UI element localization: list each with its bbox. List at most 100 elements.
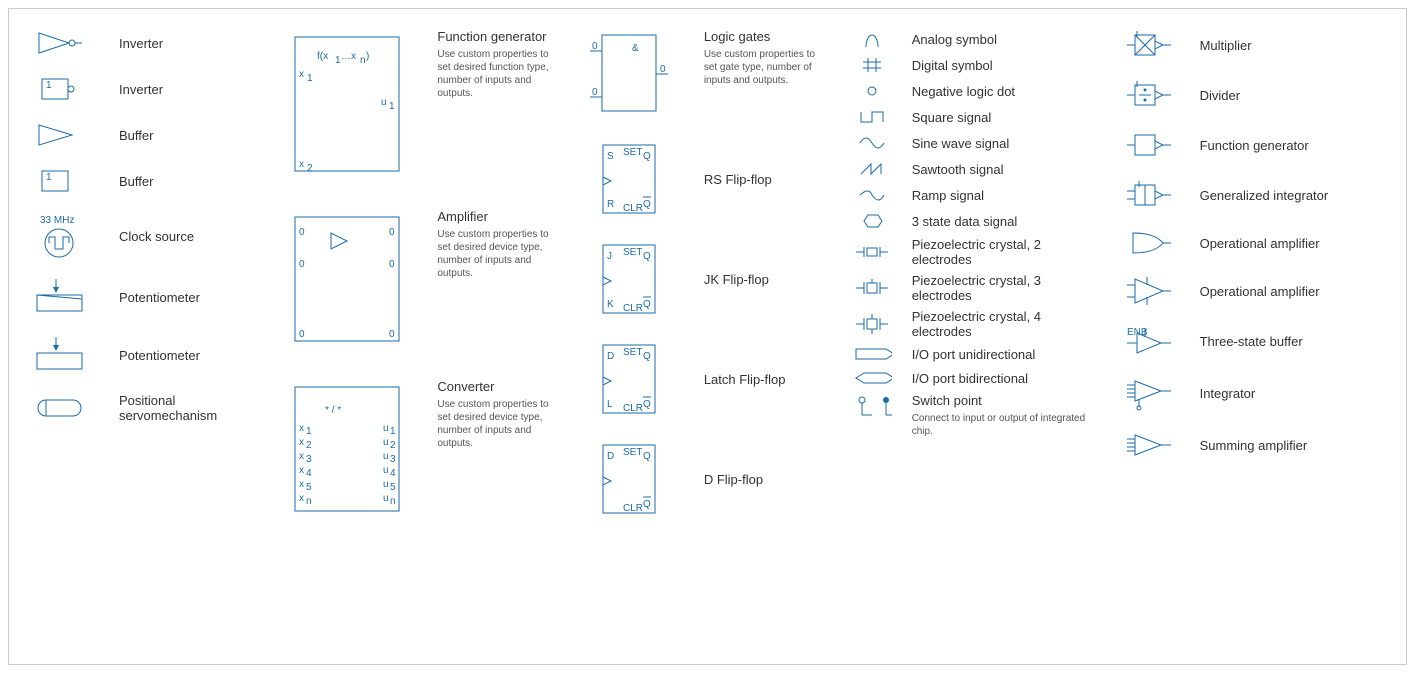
row-ramp-signal: Ramp signal	[852, 185, 1090, 205]
multiplier-icon	[1120, 29, 1180, 61]
row-amplifier-block: 00 00 00 Amplifier Use custom properties…	[287, 209, 553, 349]
summing-amplifier-label: Summing amplifier	[1200, 438, 1308, 453]
piezo-4-label: Piezoelectric crystal, 4 electrodes	[912, 309, 1090, 339]
three-state-data-icon	[852, 211, 892, 231]
svg-text:x: x	[299, 437, 304, 448]
latch-flipflop-icon: DSETQ LCLR Q	[584, 339, 674, 419]
svg-text:Q: Q	[643, 351, 651, 362]
opamp-2-icon	[1120, 275, 1180, 307]
divider-icon	[1120, 79, 1180, 111]
svg-text:0: 0	[389, 329, 395, 340]
svg-text:f(x: f(x	[317, 51, 328, 62]
svg-text:1: 1	[307, 73, 313, 84]
io-bi-icon	[852, 369, 892, 387]
function-generator-sm-icon	[1120, 129, 1180, 161]
svg-text:n: n	[360, 55, 366, 66]
piezo-2-label: Piezoelectric crystal, 2 electrodes	[912, 237, 1090, 267]
jk-flipflop-icon: JSETQ KCLR Q	[584, 239, 674, 319]
svg-text:3: 3	[390, 454, 396, 465]
svg-text:R: R	[607, 199, 614, 210]
buffer-triangle-icon	[29, 121, 89, 149]
svg-text:u: u	[383, 479, 389, 490]
svg-text:): )	[366, 51, 369, 62]
row-io-uni: I/O port unidirectional	[852, 345, 1090, 363]
rs-flipflop-icon: SSETQ RCLR Q	[584, 139, 674, 219]
positional-servo-icon	[29, 394, 89, 422]
positional-servo-label: Positional servomechanism	[119, 393, 257, 423]
switch-point-desc: Connect to input or output of integrated…	[912, 412, 1090, 438]
jk-flipflop-label: JK Flip-flop	[704, 272, 769, 287]
row-three-state-buffer: ENB Three-state buffer	[1120, 325, 1386, 357]
column-2: f(x1…xn) x1 x2 u1 Function generator Use…	[287, 29, 553, 644]
summing-amplifier-icon	[1120, 429, 1180, 461]
potentiometer-1-label: Potentiometer	[119, 290, 200, 305]
row-io-bi: I/O port bidirectional	[852, 369, 1090, 387]
svg-text:4: 4	[306, 468, 312, 479]
clock-source-icon: 33 MHz	[29, 213, 89, 259]
sine-wave-signal-label: Sine wave signal	[912, 136, 1010, 151]
clock-source-label: Clock source	[119, 229, 194, 244]
potentiometer-2-label: Potentiometer	[119, 348, 200, 363]
io-uni-label: I/O port unidirectional	[912, 347, 1036, 362]
svg-text:1: 1	[306, 426, 312, 437]
latch-flipflop-label: Latch Flip-flop	[704, 372, 786, 387]
svg-text:u: u	[383, 465, 389, 476]
svg-text:x: x	[299, 451, 304, 462]
row-piezo-2: Piezoelectric crystal, 2 electrodes	[852, 237, 1090, 267]
row-summing-amplifier: Summing amplifier	[1120, 429, 1386, 461]
svg-text:0: 0	[389, 227, 395, 238]
svg-text:x: x	[299, 159, 304, 170]
multiplier-label: Multiplier	[1200, 38, 1252, 53]
logic-gates-icon: & 0 0 0	[584, 29, 674, 119]
svg-text:Q: Q	[643, 199, 651, 210]
row-converter-block: * / * x1 x2 x3 x4 x5 xn u1 u2 u3 u4 u5 u…	[287, 379, 553, 519]
svg-text:3: 3	[306, 454, 312, 465]
row-digital-symbol: Digital symbol	[852, 55, 1090, 75]
row-opamp-1: Operational amplifier	[1120, 229, 1386, 257]
svg-text:x: x	[299, 493, 304, 504]
row-jk-flipflop: JSETQ KCLR Q JK Flip-flop	[584, 239, 822, 319]
svg-text:1: 1	[390, 426, 396, 437]
buffer-box-label: Buffer	[119, 174, 153, 189]
svg-text:x: x	[299, 423, 304, 434]
inverter-box-icon: 1	[29, 75, 89, 103]
rs-flipflop-label: RS Flip-flop	[704, 172, 772, 187]
potentiometer-2-icon	[29, 335, 89, 375]
row-inverter-box: 1 Inverter	[29, 75, 257, 103]
svg-text:L: L	[607, 399, 613, 410]
potentiometer-1-icon	[29, 277, 89, 317]
sawtooth-signal-icon	[852, 159, 892, 179]
svg-text:n: n	[306, 496, 312, 507]
row-piezo-4: Piezoelectric crystal, 4 electrodes	[852, 309, 1090, 339]
svg-text:0: 0	[299, 227, 305, 238]
svg-text:Q: Q	[643, 151, 651, 162]
three-state-buffer-icon: ENB	[1120, 325, 1180, 357]
svg-text:SET: SET	[623, 147, 642, 158]
inverter-box-label: Inverter	[119, 82, 163, 97]
svg-text:5: 5	[306, 482, 312, 493]
svg-text:0: 0	[592, 41, 598, 52]
svg-text:2: 2	[390, 440, 396, 451]
row-function-generator-block: f(x1…xn) x1 x2 u1 Function generator Use…	[287, 29, 553, 179]
generalized-integrator-icon	[1120, 179, 1180, 211]
svg-text:D: D	[607, 451, 614, 462]
digital-symbol-label: Digital symbol	[912, 58, 993, 73]
row-potentiometer-1: Potentiometer	[29, 277, 257, 317]
svg-text:CLR: CLR	[623, 203, 643, 214]
row-square-signal: Square signal	[852, 107, 1090, 127]
svg-text:0: 0	[299, 259, 305, 270]
row-inverter-triangle: Inverter	[29, 29, 257, 57]
row-integrator: Integrator	[1120, 375, 1386, 411]
svg-text:&: &	[632, 43, 639, 54]
switch-point-icon	[852, 393, 892, 421]
piezo-4-icon	[852, 312, 892, 336]
row-divider: Divider	[1120, 79, 1386, 111]
row-opamp-2: Operational amplifier	[1120, 275, 1386, 307]
negative-logic-dot-icon	[852, 81, 892, 101]
svg-text:0: 0	[299, 329, 305, 340]
clock-freq-text: 33 MHz	[40, 215, 74, 226]
function-generator-desc: Use custom properties to set desired fun…	[437, 48, 553, 100]
row-buffer-triangle: Buffer	[29, 121, 257, 149]
row-function-generator-sm: Function generator	[1120, 129, 1386, 161]
row-logic-gates: & 0 0 0 Logic gates Use custom propertie…	[584, 29, 822, 119]
